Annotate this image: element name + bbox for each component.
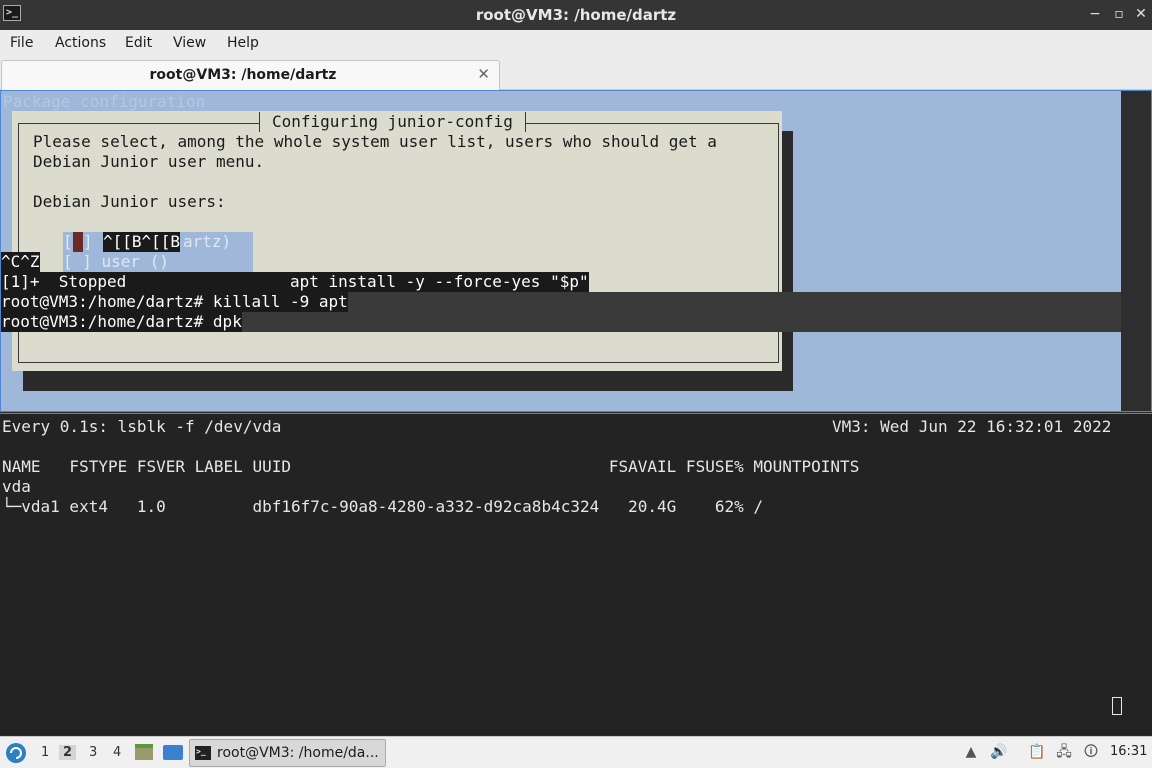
terminal-tab[interactable]: root@VM3: /home/dartz ✕ — [1, 60, 500, 90]
volume-icon[interactable]: 🔊 — [990, 743, 1008, 761]
dialog-shadow — [782, 131, 793, 391]
tab-bar: root@VM3: /home/dartz ✕ — [0, 58, 1152, 90]
taskbar-window-button[interactable]: >_ root@VM3: /home/da... — [189, 739, 386, 767]
workspace-4[interactable]: 4 — [113, 745, 121, 760]
checklist-option-2[interactable]: [ ] user () — [63, 252, 169, 272]
job-stopped-line: [1]+ Stopped apt install -y --force-yes … — [1, 272, 589, 292]
close-window-button[interactable]: ✕ — [1132, 5, 1150, 23]
minimize-button[interactable]: − — [1086, 5, 1104, 23]
dialog-shadow — [23, 371, 793, 391]
terminal-pane-bottom[interactable]: Every 0.1s: lsblk -f /dev/vda VM3: Wed J… — [0, 413, 1152, 735]
scrollbar-top-pane[interactable] — [1121, 91, 1151, 411]
dialog-label: Debian Junior users: — [33, 192, 226, 211]
notification-icon[interactable]: 🛈 — [1082, 743, 1100, 761]
lsblk-column-headers: NAME FSTYPE FSVER LABEL UUID FSAVAIL FSU… — [2, 457, 860, 476]
desktop-icon[interactable] — [163, 745, 183, 760]
maximize-button[interactable]: ▫ — [1110, 5, 1128, 23]
menu-actions[interactable]: Actions — [55, 35, 106, 51]
dialog-title: Configuring junior-config — [259, 112, 526, 132]
terminal-icon: >_ — [195, 746, 211, 760]
terminal-cursor — [1112, 697, 1122, 715]
menu-bar: File Actions Edit View Help — [0, 30, 1152, 58]
network-icon[interactable]: 🖧 — [1055, 743, 1073, 761]
lsblk-row-disk: vda — [2, 477, 31, 496]
lsblk-row-partition: └─vda1 ext4 1.0 dbf16f7c-90a8-4280-a332-… — [2, 497, 763, 516]
file-manager-icon[interactable] — [135, 744, 153, 760]
terminal-pane-top[interactable]: Package configuration Configuring junior… — [0, 90, 1152, 412]
window-titlebar: >_ root@VM3: /home/dartz − ▫ ✕ — [0, 0, 1152, 30]
dialog-text-line1: Please select, among the whole system us… — [33, 132, 717, 151]
background-title: Package configuration — [3, 92, 206, 111]
start-menu-icon[interactable] — [5, 742, 27, 764]
clock[interactable]: 16:31 — [1110, 744, 1147, 759]
workspace-1[interactable]: 1 — [41, 745, 49, 760]
checklist-option-1[interactable]: artz) — [183, 232, 231, 252]
tab-label: root@VM3: /home/dartz — [149, 67, 337, 83]
checkbox-close[interactable]: ] — [83, 232, 93, 252]
watch-timestamp: VM3: Wed Jun 22 16:32:01 2022 — [832, 417, 1112, 436]
dialog-text-line2: Debian Junior user menu. — [33, 152, 265, 171]
tab-close-icon[interactable]: ✕ — [477, 65, 490, 83]
garbled-escape-text: ^[[B^[[B — [103, 232, 181, 252]
workspace-2[interactable]: 2 — [59, 745, 77, 760]
shell-command-line: root@VM3:/home/dartz# killall -9 apt — [1, 292, 348, 312]
taskbar: 1 2 3 4 >_ root@VM3: /home/da... ▲ 🔊 📋 🖧… — [0, 736, 1152, 768]
window-title: root@VM3: /home/dartz — [475, 6, 677, 24]
workspace-3[interactable]: 3 — [89, 745, 97, 760]
menu-file[interactable]: File — [10, 35, 33, 51]
menu-edit[interactable]: Edit — [125, 35, 152, 51]
taskbar-window-label: root@VM3: /home/da... — [217, 745, 379, 761]
checkbox-cursor — [73, 232, 83, 252]
menu-help[interactable]: Help — [227, 35, 259, 51]
up-arrow-icon[interactable]: ▲ — [962, 743, 980, 761]
clipboard-icon[interactable]: 📋 — [1028, 743, 1046, 761]
watch-header: Every 0.1s: lsblk -f /dev/vda — [2, 417, 282, 436]
shell-prompt-line[interactable]: root@VM3:/home/dartz# dpk — [1, 312, 242, 332]
ctrl-keys-echo: ^C^Z — [1, 252, 40, 272]
checkbox-open[interactable]: [ — [63, 232, 73, 252]
menu-view[interactable]: View — [173, 35, 206, 51]
